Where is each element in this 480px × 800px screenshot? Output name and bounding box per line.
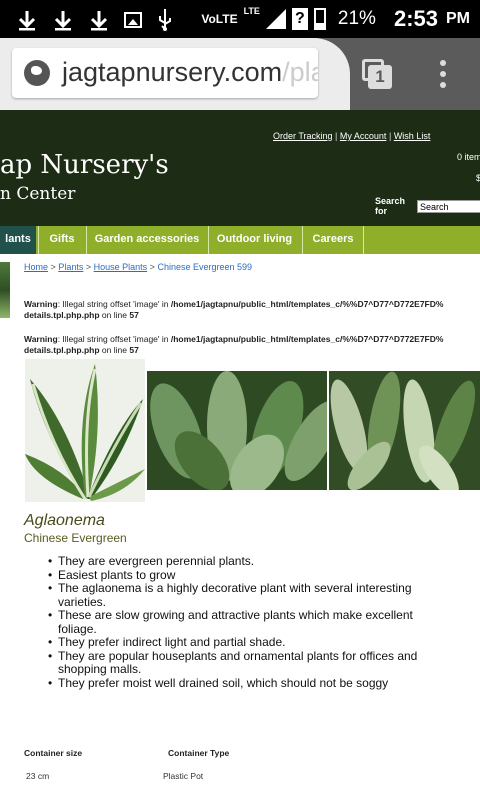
side-thumbnail[interactable] [0,262,10,318]
signal-icon [265,9,286,29]
container-size-header: Container size [24,748,83,758]
cart-total: $ [476,173,480,183]
nav-item-gifts[interactable]: Gifts [38,226,85,254]
wish-list-link[interactable]: Wish List [394,131,431,141]
container-type-header: Container Type [168,748,230,758]
nav-item-plants[interactable]: lants [0,226,36,254]
brand-title[interactable]: ap Nursery's [0,150,169,180]
breadcrumb-current: Chinese Evergreen 599 [157,262,253,272]
list-item: They are evergreen perennial plants. [48,554,418,569]
nav-item-careers[interactable]: Careers [302,226,364,254]
product-photo-main[interactable] [25,359,145,502]
clock-ampm: PM [446,10,470,27]
list-item: They prefer indirect light and partial s… [48,635,418,650]
breadcrumb-house-plants[interactable]: House Plants [94,262,148,272]
warning-line: 57 [129,310,139,320]
brand-subtitle: n Center [0,184,76,204]
warning-text: : Illegal string offset 'image' in [57,299,171,309]
product-photo-3[interactable] [329,371,480,490]
url-domain: jagtapnursery.com [62,57,283,87]
warning-line-text: on line [99,310,130,320]
breadcrumb-sep: > [50,262,56,272]
breadcrumb-plants[interactable]: Plants [58,262,83,272]
main-nav: lants Gifts Garden accessories Outdoor l… [0,226,480,254]
browser-toolbar: jagtapnursery.com/pla 1 [0,38,480,110]
nav-item-outdoor-living[interactable]: Outdoor living [208,226,300,254]
link-separator: | [335,131,338,141]
list-item: Easiest plants to grow [48,568,418,583]
link-separator: | [388,131,392,141]
image-icon [124,12,142,28]
download-icon [54,11,72,31]
download-icon [90,11,108,31]
product-photo-2[interactable] [147,371,327,490]
url-path: /pla [282,57,318,87]
nav-item-garden-accessories[interactable]: Garden accessories [86,226,207,254]
url-tab: jagtapnursery.com/pla [0,38,350,110]
php-warning: Warning: Illegal string offset 'image' i… [24,299,443,321]
list-item: They prefer moist well drained soil, whi… [48,676,418,691]
usb-icon [159,9,171,31]
site-header: Order Tracking | My Account | Wish List … [0,110,480,226]
tab-count: 1 [368,65,392,89]
warning-file: details.tpl.php.php [24,345,100,355]
php-warning: Warning: Illegal string offset 'image' i… [24,334,443,356]
sim-icon: ? [291,8,308,30]
globe-icon [24,60,50,86]
battery-percent: 21% [337,8,376,29]
warning-label: Warning [24,299,58,309]
battery-icon [313,8,326,30]
tab-switcher-button[interactable]: 1 [362,59,392,89]
breadcrumb-sep: > [85,262,92,272]
notification-icons [16,8,174,32]
overflow-menu-icon[interactable] [440,60,446,88]
download-icon [18,11,36,31]
volte-label: VoLTE [201,12,238,26]
warning-path: /home1/jagtapnu/public_html/templates_c/… [170,299,444,309]
search-input[interactable] [417,200,480,213]
warning-path: /home1/jagtapnu/public_html/templates_c/… [170,334,444,344]
breadcrumb-sep: > [149,262,155,272]
address-bar[interactable]: jagtapnursery.com/pla [12,48,318,98]
feature-list: They are evergreen perennial plants. Eas… [48,554,418,691]
warning-label: Warning [24,334,58,344]
url-text[interactable]: jagtapnursery.com/pla [62,57,318,88]
my-account-link[interactable]: My Account [340,131,387,141]
warning-line: 57 [129,345,139,355]
breadcrumb: Home > Plants > House Plants > Chinese E… [24,262,252,272]
product-name: Aglaonema [24,512,105,529]
breadcrumb-home[interactable]: Home [24,262,48,272]
container-size-value: 23 cm [26,771,50,781]
warning-text: : Illegal string offset 'image' in [57,334,171,344]
system-icons: VoLTE LTE ? 21% 2:53 PM [201,4,470,34]
warning-file: details.tpl.php.php [24,310,100,320]
lte-label: LTE [243,6,260,16]
warning-line-text: on line [99,345,130,355]
list-item: They are popular houseplants and ornamen… [48,649,418,677]
search-label: Search for [375,196,409,216]
container-type-value: Plastic Pot [163,771,204,781]
top-links: Order Tracking | My Account | Wish List [273,131,430,141]
search-label-text: Search for [375,196,406,216]
list-item: The aglaonema is a highly decorative pla… [48,581,418,609]
cart-count[interactable]: 0 item [457,152,480,162]
status-bar: VoLTE LTE ? 21% 2:53 PM [0,0,480,38]
order-tracking-link[interactable]: Order Tracking [273,131,333,141]
clock-time: 2:53 [393,6,438,31]
product-common-name: Chinese Evergreen [24,531,127,545]
list-item: These are slow growing and attractive pl… [48,608,418,636]
